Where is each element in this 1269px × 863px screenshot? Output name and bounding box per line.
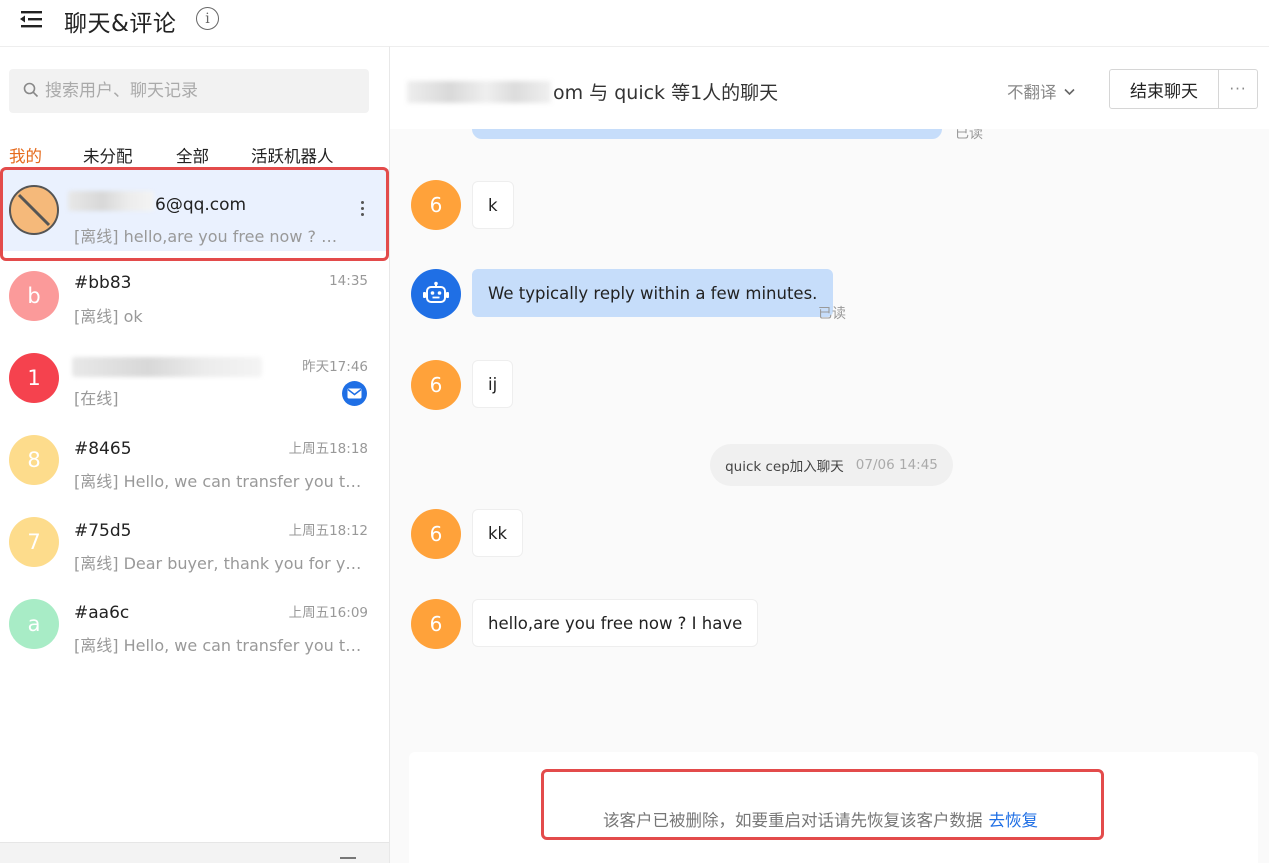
conversation-preview: [离线] ok (74, 307, 143, 326)
chat-panel: 已读 6 k We typically reply within a few m (390, 46, 1269, 863)
conversation-name: #aa6c (74, 603, 130, 623)
chat-title: om 与 quick 等1人的聊天 (407, 78, 778, 105)
conversation-time: 14:35 (329, 273, 368, 289)
page-title: 聊天&评论 (64, 11, 177, 37)
tab-unassigned[interactable]: 未分配 (83, 143, 133, 167)
system-message-row: quick cep加入聊天 07/06 14:45 (390, 444, 1269, 486)
conversation-sidebar: 我的 未分配 全部 活跃机器人 6@qq.com [离线] hello,are … (0, 46, 390, 863)
message-row: 6 k (390, 180, 1269, 230)
chat-title-text: om 与 quick 等1人的聊天 (553, 82, 779, 104)
tab-active-bots[interactable]: 活跃机器人 (251, 143, 334, 167)
customer-avatar: 6 (411, 360, 461, 410)
top-header: 聊天&评论 i (0, 0, 1269, 46)
app-root: 聊天&评论 i 我的 未分配 全部 活跃机器人 (0, 0, 1269, 863)
deleted-customer-notice: 该客户已被删除，如要重启对话请先恢复该客户数据 去恢复 (603, 807, 1038, 831)
conversation-preview: [在线] (74, 389, 119, 408)
mail-icon (342, 381, 367, 406)
conversation-item[interactable]: 8 #8465 [离线] Hello, we can transfer you … (0, 415, 389, 497)
search-icon (23, 82, 39, 98)
chevron-down-icon (1064, 88, 1075, 96)
redacted-name (68, 191, 154, 211)
restore-link[interactable]: 去恢复 (989, 811, 1039, 830)
message-bubble: k (472, 181, 514, 229)
avatar (9, 185, 59, 235)
conversation-item[interactable]: b #bb83 [离线] ok 14:35 (0, 251, 389, 333)
conversation-item[interactable]: 6@qq.com [离线] hello,are you free now ? I… (0, 169, 389, 251)
conversation-time: 上周五16:09 (288, 605, 368, 621)
message-bubble: ij (472, 360, 514, 408)
customer-avatar: 6 (411, 509, 461, 559)
message-bubble: kk (472, 509, 524, 557)
tab-mine[interactable]: 我的 (9, 143, 42, 167)
redacted-name (407, 80, 551, 103)
search-input[interactable] (45, 69, 345, 113)
message-row: 6 ij (390, 360, 1269, 410)
read-status: 已读 (818, 306, 846, 322)
conversation-time: 昨天17:46 (302, 359, 368, 375)
blocked-icon (17, 193, 50, 226)
message-row: 6 kk (390, 509, 1269, 559)
more-options-button[interactable]: ··· (1218, 69, 1258, 109)
conversation-preview: [离线] Hello, we can transfer you to a hum… (74, 472, 370, 491)
composer-panel: 该客户已被删除，如要重启对话请先恢复该客户数据 去恢复 (409, 752, 1258, 863)
conversation-item[interactable]: 1 [在线] 昨天17:46 (0, 333, 389, 415)
conversation-name: #bb83 (74, 273, 132, 293)
conversation-time: 上周五18:12 (288, 523, 368, 539)
redacted-name (72, 357, 262, 377)
message-row: We typically reply within a few minutes.… (390, 269, 1269, 322)
avatar: 7 (9, 517, 59, 567)
translate-dropdown[interactable]: 不翻译 (1007, 79, 1075, 103)
collapse-icon[interactable] (340, 857, 356, 859)
bot-avatar (411, 269, 461, 319)
translate-label: 不翻译 (1007, 83, 1057, 102)
customer-avatar: 6 (411, 180, 461, 230)
conversation-preview: [离线] Dear buyer, thank you for your mess… (74, 554, 370, 573)
sidebar-footer (0, 842, 389, 863)
system-message: quick cep加入聊天 07/06 14:45 (710, 444, 953, 486)
conversation-time: 上周五18:18 (288, 441, 368, 457)
chat-header: om 与 quick 等1人的聊天 不翻译 结束聊天 ··· (390, 47, 1269, 129)
system-message-time: 07/06 14:45 (855, 457, 938, 473)
info-icon[interactable]: i (196, 7, 219, 30)
message-bubble: We typically reply within a few minutes. (472, 269, 834, 317)
end-chat-button[interactable]: 结束聊天 (1109, 69, 1219, 109)
avatar: 1 (9, 353, 59, 403)
conversation-name: #75d5 (74, 521, 132, 541)
more-options-icon[interactable] (359, 201, 365, 219)
avatar: a (9, 599, 59, 649)
conversation-item[interactable]: a #aa6c [离线] Hello, we can transfer you … (0, 579, 389, 661)
search-box[interactable] (9, 69, 369, 113)
conversation-name: #8465 (74, 439, 132, 459)
avatar: 8 (9, 435, 59, 485)
conversation-name: 6@qq.com (155, 195, 247, 215)
system-message-text: quick cep加入聊天 (725, 459, 844, 475)
conversation-preview: [离线] hello,are you free now ? I have (74, 227, 340, 246)
conversation-item[interactable]: 7 #75d5 [离线] Dear buyer, thank you for y… (0, 497, 389, 579)
menu-collapse-icon[interactable] (18, 8, 44, 30)
customer-avatar: 6 (411, 599, 461, 649)
message-bubble: hello,are you free now ? I have (472, 599, 759, 647)
deleted-notice-text: 该客户已被删除，如要重启对话请先恢复该客户数据 (603, 811, 983, 830)
message-row: 6 hello,are you free now ? I have (390, 599, 1269, 649)
tab-all[interactable]: 全部 (176, 143, 209, 167)
conversation-preview: [离线] Hello, we can transfer you to a hum… (74, 636, 370, 655)
robot-icon (423, 281, 449, 303)
avatar: b (9, 271, 59, 321)
